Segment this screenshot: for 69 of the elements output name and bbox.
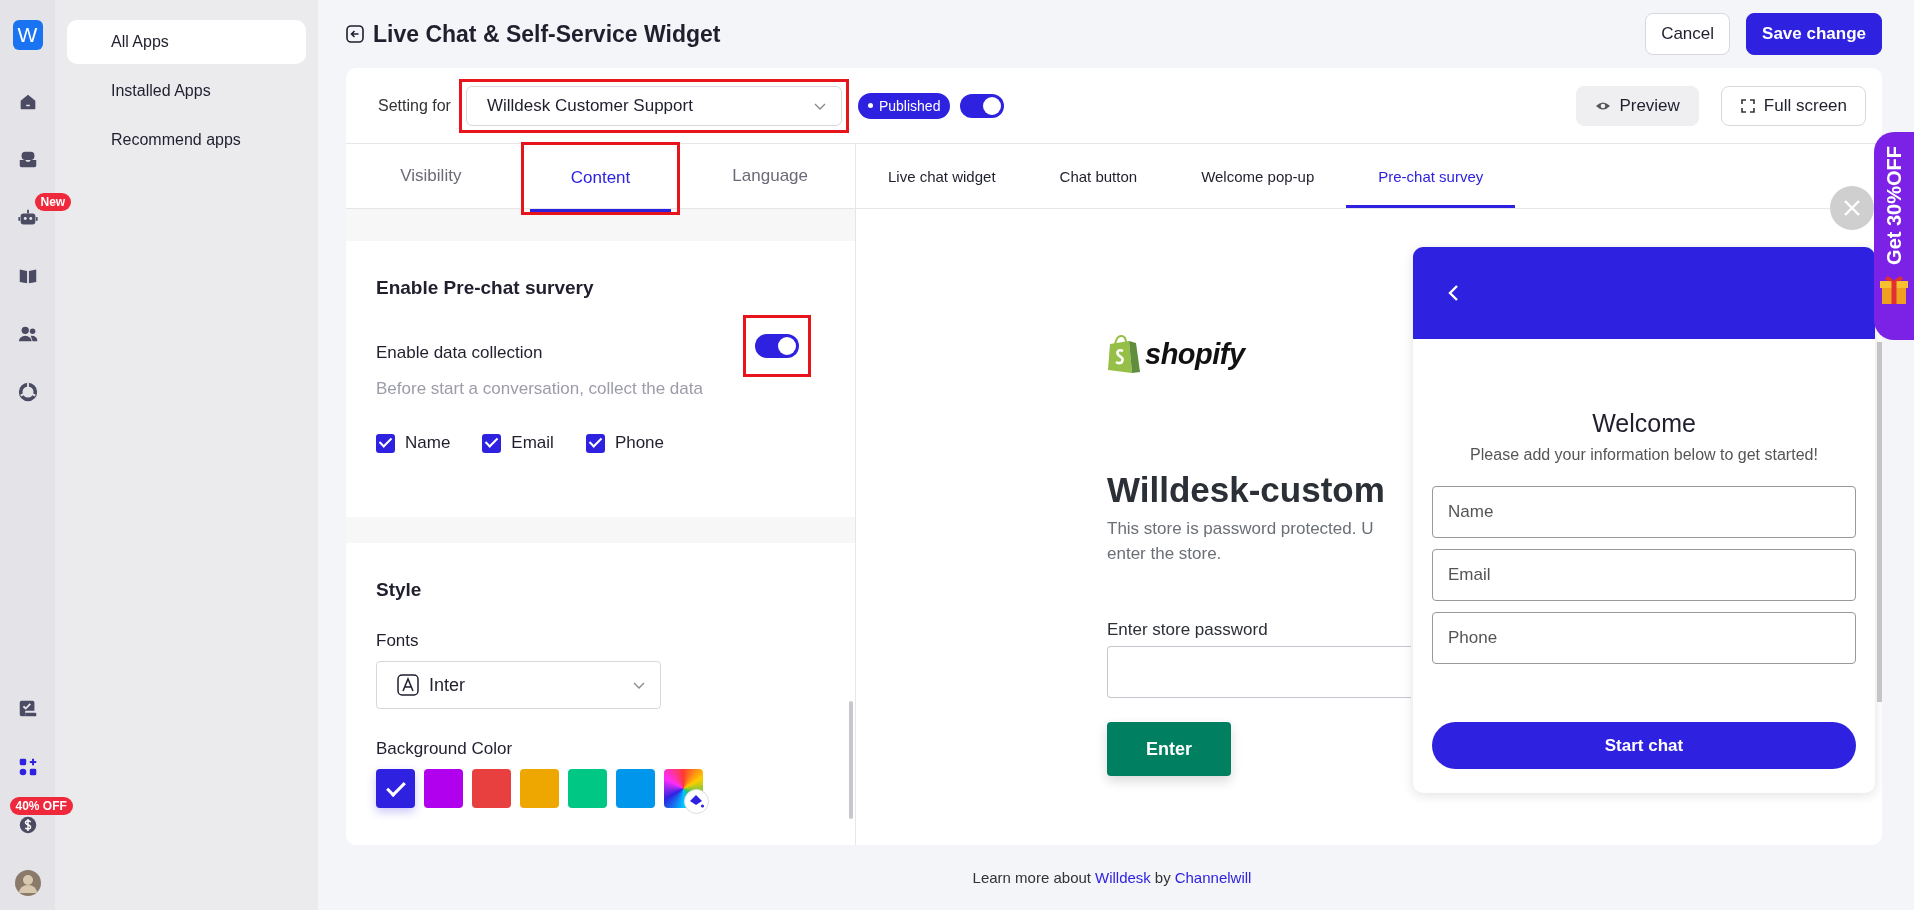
store-text: This store is password protected. U: [1107, 518, 1375, 540]
checkbox-label: Email: [511, 433, 554, 453]
discount-badge: 40% OFF: [9, 797, 73, 815]
new-badge: New: [34, 193, 72, 211]
settings-tab[interactable]: Visibility: [359, 144, 503, 208]
pie-chart-icon[interactable]: [16, 381, 39, 403]
section-title: Enable Pre-chat survery: [376, 277, 595, 299]
font-icon: [397, 674, 419, 696]
font-select[interactable]: Inter: [376, 661, 661, 709]
checkbox[interactable]: [376, 433, 395, 453]
nav-item[interactable]: Installed Apps: [67, 69, 306, 113]
preview-button[interactable]: Preview: [1576, 85, 1699, 126]
section-title: Style: [376, 579, 423, 601]
nav-item[interactable]: Recommend apps: [67, 118, 306, 162]
checkbox[interactable]: [482, 433, 502, 453]
store-logo: shopify: [1145, 337, 1245, 371]
hint-text: Before start a conversation, collect the data: [376, 379, 704, 399]
password-field[interactable]: [1107, 646, 1411, 698]
fullscreen-button[interactable]: Full screen: [1720, 85, 1866, 126]
back-icon[interactable]: [346, 25, 364, 43]
preview-tab[interactable]: Chat button: [1027, 144, 1170, 208]
color-picker[interactable]: [664, 769, 709, 814]
app-logo[interactable]: W: [12, 20, 43, 50]
checkbox[interactable]: [585, 433, 605, 453]
paint-bucket-icon: [684, 789, 709, 814]
cancel-button[interactable]: Cancel: [1645, 13, 1731, 55]
publish-toggle[interactable]: [960, 93, 1005, 118]
color-swatch[interactable]: [616, 769, 655, 808]
footer-text: Learn more about Willdesk by Channelwill: [972, 869, 1253, 886]
save-button[interactable]: Save change: [1746, 13, 1882, 55]
setting-label: Setting for: [378, 96, 451, 115]
scrollbar[interactable]: [849, 701, 853, 819]
store-text: enter the store.: [1107, 543, 1223, 565]
input-field[interactable]: Name: [1432, 486, 1856, 538]
welcome-subtitle: Please add your information below to get started!: [1469, 446, 1819, 464]
color-swatch[interactable]: [568, 769, 607, 808]
input-field[interactable]: Email: [1432, 549, 1856, 601]
preview-tab[interactable]: Pre-chat survey: [1346, 144, 1516, 208]
widget-select[interactable]: Willdesk Customer Support: [465, 85, 842, 126]
page-title: Live Chat & Self-Service Widget: [373, 20, 721, 48]
enter-button[interactable]: Enter: [1107, 722, 1231, 776]
settings-tab[interactable]: Content: [529, 144, 672, 212]
scrollbar[interactable]: [1877, 342, 1882, 702]
field-label: Background Color: [376, 739, 514, 759]
expand-icon: [1739, 97, 1756, 114]
avatar[interactable]: [14, 870, 41, 896]
password-label: Enter store password: [1107, 620, 1269, 640]
color-swatch[interactable]: [424, 769, 463, 808]
preview-tab[interactable]: Welcome pop-up: [1169, 144, 1347, 208]
start-chat-button[interactable]: Start chat: [1432, 722, 1856, 769]
checkbox-label: Name: [405, 433, 451, 453]
toggle-label: Enable data collection: [376, 343, 543, 363]
shopping-bag-icon: [1107, 334, 1141, 374]
nav-item[interactable]: All Apps: [67, 20, 306, 64]
color-swatch[interactable]: [520, 769, 559, 808]
color-swatch[interactable]: [376, 769, 415, 808]
checkbox-label: Phone: [614, 433, 665, 453]
store-title: Willdesk-custom: [1107, 470, 1386, 510]
color-swatch[interactable]: [472, 769, 511, 808]
channelwill-link[interactable]: Channelwill: [1174, 869, 1252, 886]
promo-tab[interactable]: Get 30%OFF: [1874, 132, 1914, 340]
input-field[interactable]: Phone: [1432, 612, 1856, 664]
preview-tab[interactable]: Live chat widget: [856, 144, 1028, 208]
welcome-title: Welcome: [1591, 409, 1697, 438]
field-label: Fonts: [376, 631, 420, 651]
willdesk-link[interactable]: Willdesk: [1095, 869, 1151, 886]
data-collection-toggle[interactable]: [755, 334, 799, 358]
settings-tab[interactable]: Language: [691, 144, 849, 208]
status-badge: Published: [857, 92, 951, 119]
